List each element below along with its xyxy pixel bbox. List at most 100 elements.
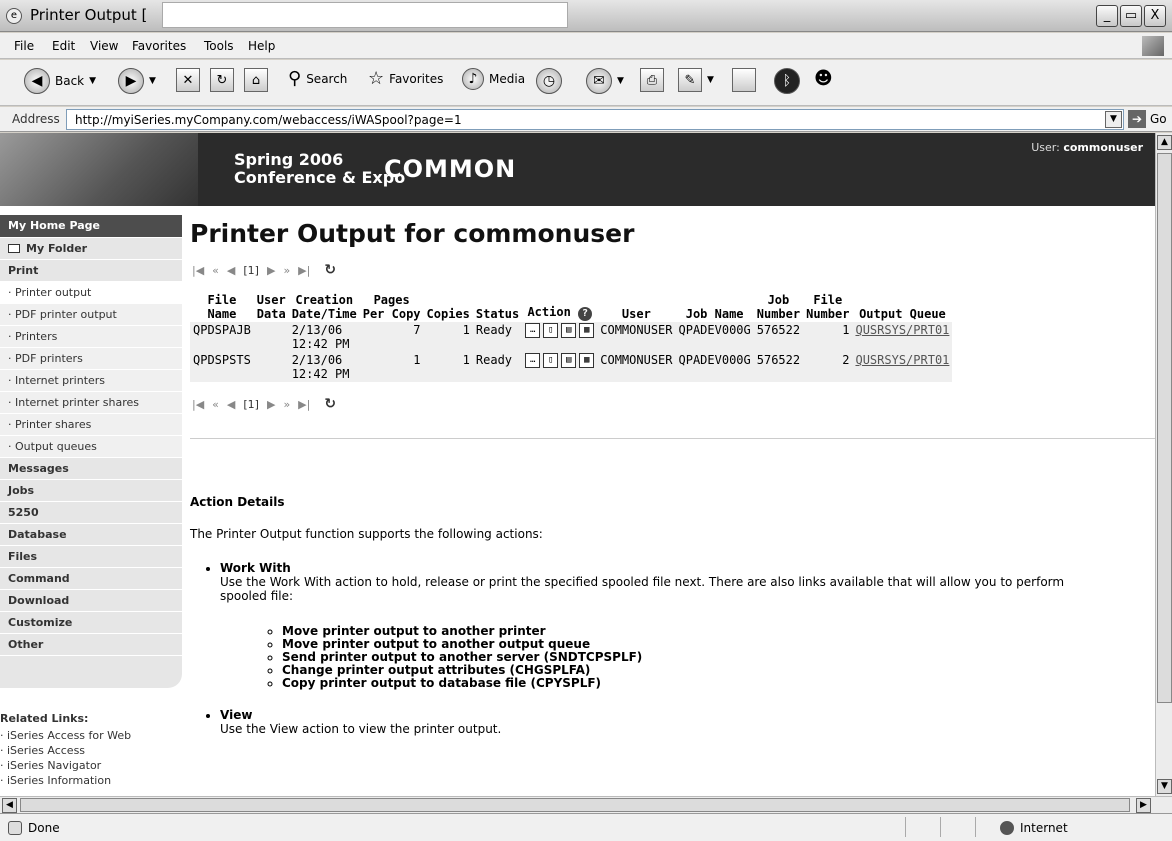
nav-other[interactable]: Other (0, 633, 182, 655)
nav-files[interactable]: Files (0, 545, 182, 567)
minimize-button[interactable]: _ (1096, 5, 1118, 27)
related-link[interactable]: · iSeries Information (0, 773, 182, 788)
help-icon[interactable]: ? (578, 307, 593, 321)
table-header-row: File Name User Data Creation Date/Time Page… (190, 292, 952, 322)
prev-set-icon[interactable]: « (212, 264, 219, 277)
mail-button[interactable]: ✉ ▼ (586, 68, 624, 94)
view-as-pdf-icon[interactable]: ▦ (579, 353, 595, 368)
work-with-icon[interactable]: … (525, 353, 541, 368)
output-queue-link[interactable]: QUSRSYS/PRT01 (855, 323, 949, 337)
favorites-button[interactable]: ☆ Favorites (368, 68, 443, 89)
prev-set-icon[interactable]: « (212, 398, 219, 411)
col-job-name[interactable]: Job Name (676, 292, 754, 322)
col-creation[interactable]: Creation Date/Time (289, 292, 360, 322)
nav-my-folder[interactable]: My Folder (0, 237, 182, 259)
col-pages[interactable]: Pages Per Copy (360, 292, 424, 322)
refresh-icon[interactable]: ↻ (324, 262, 336, 278)
nav-printer-output[interactable]: · Printer output (0, 281, 182, 303)
nav-internet-printers[interactable]: · Internet printers (0, 369, 182, 391)
related-link[interactable]: · iSeries Access (0, 743, 182, 758)
chevron-down-icon[interactable]: ▼ (1105, 111, 1122, 128)
nav-home[interactable]: My Home Page (0, 215, 182, 237)
col-user[interactable]: User (597, 292, 675, 322)
last-page-icon[interactable]: ▶| (298, 264, 310, 277)
nav-database[interactable]: Database (0, 523, 182, 545)
horizontal-scroll-thumb[interactable] (20, 798, 1130, 812)
media-button[interactable]: ♪ Media (462, 68, 525, 90)
print-button[interactable]: ⎙ (640, 68, 664, 92)
nav-pdf-printers[interactable]: · PDF printers (0, 347, 182, 369)
stop-button[interactable]: ✕ (176, 68, 200, 92)
col-copies[interactable]: Copies (424, 292, 473, 322)
nav-jobs[interactable]: Jobs (0, 479, 182, 501)
vertical-scroll-thumb[interactable] (1157, 153, 1172, 703)
next-page-icon[interactable]: ▶ (267, 264, 275, 277)
col-status[interactable]: Status (473, 292, 522, 322)
scroll-down-icon[interactable]: ▼ (1157, 779, 1172, 794)
edit-button[interactable]: ✎ ▼ (678, 68, 714, 92)
menu-help[interactable]: Help (248, 39, 275, 53)
first-page-icon[interactable]: |◀ (192, 264, 204, 277)
menu-view[interactable]: View (90, 39, 118, 53)
menu-edit[interactable]: Edit (52, 39, 75, 53)
view-as-pdf-icon[interactable]: ▦ (579, 323, 595, 338)
nav-printers[interactable]: · Printers (0, 325, 182, 347)
nav-customize[interactable]: Customize (0, 611, 182, 633)
prev-page-icon[interactable]: ◀ (227, 264, 235, 277)
view-as-document-icon[interactable]: ▤ (561, 353, 577, 368)
refresh-button[interactable]: ↻ (210, 68, 234, 92)
discuss-button[interactable] (732, 68, 756, 92)
printer-output-table: File Name User Data Creation Date/Time Page… (190, 292, 953, 382)
table-row: QPDSPAJB 2/13/06 12:42 PM 7 1 Ready … ▯ ▤… (190, 322, 953, 352)
horizontal-scrollbar[interactable]: ◀ ▶ (0, 796, 1172, 813)
nav-command[interactable]: Command (0, 567, 182, 589)
scroll-right-icon[interactable]: ▶ (1136, 798, 1151, 813)
col-file-number[interactable]: File Number (803, 292, 852, 322)
menu-favorites[interactable]: Favorites (132, 39, 186, 53)
search-button[interactable]: ⚲ Search (288, 68, 347, 89)
nav-print[interactable]: Print (0, 259, 182, 281)
output-queue-link[interactable]: QUSRSYS/PRT01 (855, 353, 949, 367)
last-page-icon[interactable]: ▶| (298, 398, 310, 411)
forward-button[interactable]: ▶ ▼ (118, 68, 156, 94)
next-set-icon[interactable]: » (283, 264, 290, 277)
close-button[interactable]: X (1144, 5, 1166, 27)
nav-messages[interactable]: Messages (0, 457, 182, 479)
col-output-queue[interactable]: Output Queue (852, 292, 952, 322)
view-icon[interactable]: ▯ (543, 323, 559, 338)
work-with-icon[interactable]: … (525, 323, 541, 338)
back-button[interactable]: ◀ Back ▼ (24, 68, 96, 94)
refresh-icon[interactable]: ↻ (324, 396, 336, 412)
nav-internet-printer-shares[interactable]: · Internet printer shares (0, 391, 182, 413)
menu-file[interactable]: File (14, 39, 34, 53)
vertical-scrollbar[interactable]: ▲ ▼ (1155, 133, 1172, 796)
action-details: Action Details The Printer Output functi… (190, 495, 1155, 736)
col-file-name[interactable]: File Name (190, 292, 254, 322)
nav-pdf-printer-output[interactable]: · PDF printer output (0, 303, 182, 325)
related-link[interactable]: · iSeries Access for Web (0, 728, 182, 743)
scroll-left-icon[interactable]: ◀ (2, 798, 17, 813)
restore-button[interactable]: ▭ (1120, 5, 1142, 27)
nav-download[interactable]: Download (0, 589, 182, 611)
address-input[interactable]: http://myiSeries.myCompany.com/webaccess… (66, 109, 1124, 130)
scroll-up-icon[interactable]: ▲ (1157, 135, 1172, 150)
first-page-icon[interactable]: |◀ (192, 398, 204, 411)
work-with-sub-list: Move printer output to another printer M… (220, 625, 1155, 690)
col-user-data[interactable]: User Data (254, 292, 289, 322)
next-set-icon[interactable]: » (283, 398, 290, 411)
nav-output-queues[interactable]: · Output queues (0, 435, 182, 457)
col-job-number[interactable]: Job Number (754, 292, 803, 322)
bluetooth-button[interactable]: ᛒ (774, 68, 800, 94)
nav-printer-shares[interactable]: · Printer shares (0, 413, 182, 435)
nav-5250[interactable]: 5250 (0, 501, 182, 523)
view-icon[interactable]: ▯ (543, 353, 559, 368)
menu-tools[interactable]: Tools (204, 39, 234, 53)
history-button[interactable]: ◷ (536, 68, 562, 94)
related-link[interactable]: · iSeries Navigator (0, 758, 182, 773)
go-button[interactable]: ➔ Go (1128, 110, 1167, 128)
next-page-icon[interactable]: ▶ (267, 398, 275, 411)
home-button[interactable]: ⌂ (244, 68, 268, 92)
messenger-button[interactable]: ☻ (814, 68, 833, 89)
prev-page-icon[interactable]: ◀ (227, 398, 235, 411)
view-as-document-icon[interactable]: ▤ (561, 323, 577, 338)
